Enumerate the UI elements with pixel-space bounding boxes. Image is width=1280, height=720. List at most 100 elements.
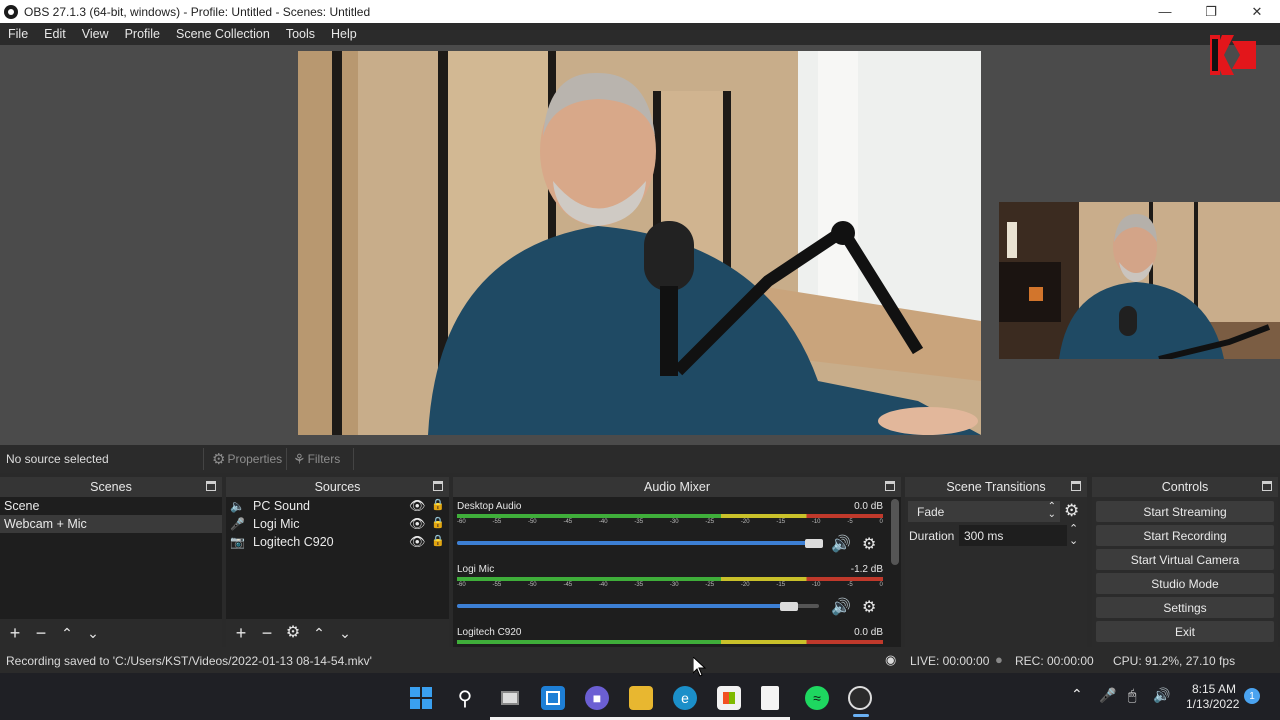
- source-label: PC Sound: [253, 499, 310, 513]
- meter-tick: -30: [669, 582, 679, 588]
- menu-bar: File Edit View Profile Scene Collection …: [0, 23, 1280, 45]
- studio-mode-button[interactable]: Studio Mode: [1096, 573, 1274, 594]
- undock-icon[interactable]: [206, 481, 216, 491]
- store-icon[interactable]: [717, 686, 741, 710]
- volume-slider-handle[interactable]: [780, 602, 798, 611]
- meter-tick: -50: [527, 582, 537, 588]
- move-down-icon[interactable]: ⌄: [80, 624, 106, 642]
- duration-input[interactable]: 300 ms: [959, 525, 1067, 546]
- move-down-icon[interactable]: ⌄: [332, 624, 358, 642]
- scene-item[interactable]: Webcam + Mic: [0, 515, 222, 533]
- sources-header: Sources: [226, 477, 449, 497]
- volume-slider-fill: [457, 604, 783, 608]
- add-icon[interactable]: +: [228, 624, 254, 642]
- scenes-dock: Scenes Scene Webcam + Mic + − ⌃ ⌄: [0, 477, 222, 647]
- microphone-icon[interactable]: 🎤: [1099, 687, 1116, 704]
- channel-name: Logi Mic: [457, 564, 495, 575]
- toolbar-divider: [203, 448, 204, 470]
- scene-transitions-dock: Scene Transitions Fade ⌃ ⌄ ⚙ Duration 300…: [905, 477, 1087, 647]
- sources-toolbar: + − ⚙ ⌃ ⌄: [228, 619, 358, 647]
- remove-icon[interactable]: −: [28, 624, 54, 642]
- undock-icon[interactable]: [433, 481, 443, 491]
- task-view-icon[interactable]: [498, 686, 522, 710]
- edge-browser-icon[interactable]: e: [673, 686, 697, 710]
- source-item[interactable]: 🔈 PC Sound 👁 🔒: [226, 497, 449, 515]
- exit-button[interactable]: Exit: [1096, 621, 1274, 642]
- clock-time[interactable]: 8:15 AM: [1192, 682, 1236, 696]
- gear-icon[interactable]: ⚙: [280, 624, 306, 642]
- windows-start-icon[interactable]: [409, 686, 433, 710]
- lock-icon[interactable]: 🔒: [431, 498, 445, 511]
- speaker-icon[interactable]: 🔊: [831, 534, 851, 554]
- camera-icon: 📷: [230, 535, 245, 549]
- eye-icon[interactable]: 👁: [409, 534, 426, 550]
- meter-tick: -45: [563, 519, 573, 525]
- obs-taskbar-icon[interactable]: [848, 686, 872, 710]
- controls-title: Controls: [1161, 480, 1209, 494]
- source-item[interactable]: 🎤 Logi Mic 👁 🔒: [226, 515, 449, 533]
- scenes-title: Scenes: [90, 480, 132, 494]
- spotify-icon[interactable]: ≈: [805, 686, 829, 710]
- undock-icon[interactable]: [1071, 481, 1081, 491]
- scene-item[interactable]: Scene: [0, 497, 222, 515]
- widgets-icon[interactable]: [541, 686, 565, 710]
- audio-mixer-dock: Audio Mixer Desktop Audio 0.0 dB -60 -55 -…: [453, 477, 901, 647]
- controls-dock: Controls Start Streaming Start Recording…: [1092, 477, 1278, 647]
- minimize-button[interactable]: —: [1142, 0, 1188, 23]
- volume-slider-handle[interactable]: [805, 539, 823, 548]
- properties-button[interactable]: ⚙ Properties: [212, 449, 282, 469]
- gear-icon[interactable]: ⚙: [862, 534, 876, 554]
- move-up-icon[interactable]: ⌃: [306, 624, 332, 642]
- move-up-icon[interactable]: ⌃: [54, 624, 80, 642]
- meter-ticks: -60 -55 -50 -45 -40 -35 -30 -25 -20 -15 -10 -5 0: [457, 582, 883, 592]
- clock-date[interactable]: 1/13/2022: [1186, 697, 1239, 711]
- transition-select-value: Fade: [917, 504, 945, 519]
- undock-icon[interactable]: [885, 481, 895, 491]
- meter-tick: -50: [527, 519, 537, 525]
- spin-down-icon[interactable]: ⌄: [1069, 534, 1078, 547]
- volume-icon[interactable]: 🔊: [1153, 687, 1170, 704]
- menu-view[interactable]: View: [74, 27, 117, 41]
- filters-button[interactable]: ⚘ Filters: [293, 449, 340, 469]
- lock-icon[interactable]: 🔒: [431, 516, 445, 529]
- speaker-icon[interactable]: 🔊: [831, 597, 851, 617]
- start-streaming-button[interactable]: Start Streaming: [1096, 501, 1274, 522]
- restore-button[interactable]: ❐: [1188, 0, 1234, 23]
- network-icon[interactable]: 🖱: [1128, 687, 1136, 704]
- undock-icon[interactable]: [1262, 481, 1272, 491]
- meter-tick: -5: [847, 582, 853, 588]
- menu-edit[interactable]: Edit: [36, 27, 74, 41]
- add-icon[interactable]: +: [2, 624, 28, 642]
- window-title: OBS 27.1.3 (64-bit, windows) - Profile: …: [24, 4, 371, 19]
- menu-help[interactable]: Help: [323, 27, 365, 41]
- chevron-up-icon[interactable]: ⌃: [1071, 686, 1083, 703]
- menu-tools[interactable]: Tools: [278, 27, 323, 41]
- meter-tick: -25: [705, 519, 715, 525]
- meter-tick: -40: [598, 582, 608, 588]
- start-virtual-camera-button[interactable]: Start Virtual Camera: [1096, 549, 1274, 570]
- scene-transitions-title: Scene Transitions: [946, 480, 1046, 494]
- notification-badge[interactable]: 1: [1244, 688, 1260, 704]
- gear-icon[interactable]: ⚙: [1064, 501, 1079, 521]
- menu-file[interactable]: File: [0, 27, 36, 41]
- eye-icon[interactable]: 👁: [409, 516, 426, 532]
- gear-icon[interactable]: ⚙: [862, 597, 876, 617]
- start-recording-button[interactable]: Start Recording: [1096, 525, 1274, 546]
- close-button[interactable]: ✕: [1234, 0, 1280, 23]
- settings-button[interactable]: Settings: [1096, 597, 1274, 618]
- lock-icon[interactable]: 🔒: [431, 534, 445, 547]
- webcam-main-view: [298, 51, 981, 435]
- mixer-scrollbar[interactable]: [891, 499, 899, 565]
- teams-chat-icon[interactable]: ■: [585, 686, 609, 710]
- menu-profile[interactable]: Profile: [117, 27, 168, 41]
- source-item[interactable]: 📷 Logitech C920 👁 🔒: [226, 533, 449, 551]
- menu-scene-collection[interactable]: Scene Collection: [168, 27, 278, 41]
- meter-tick: -40: [598, 519, 608, 525]
- transition-select[interactable]: Fade ⌃ ⌄: [908, 501, 1060, 522]
- notepad-icon[interactable]: [761, 686, 779, 710]
- search-icon[interactable]: ⚲: [453, 686, 477, 710]
- remove-icon[interactable]: −: [254, 624, 280, 642]
- eye-icon[interactable]: 👁: [409, 498, 426, 514]
- meter-tick: -10: [811, 519, 821, 525]
- file-explorer-icon[interactable]: [629, 686, 653, 710]
